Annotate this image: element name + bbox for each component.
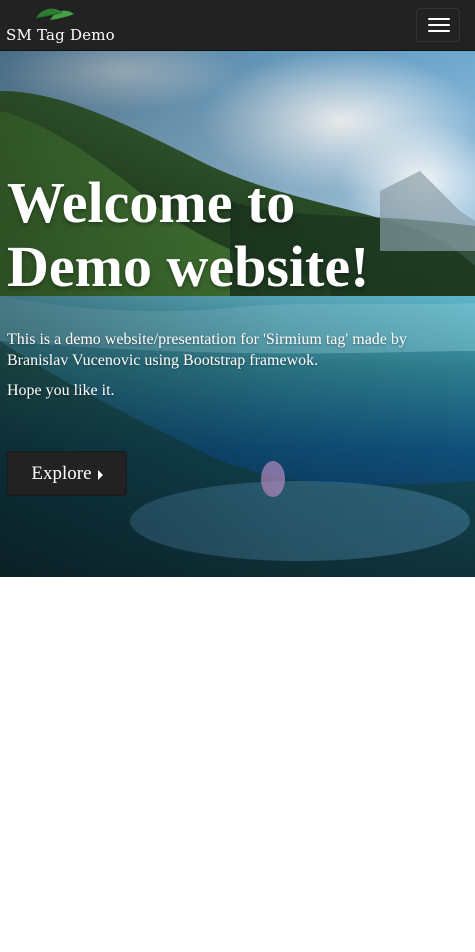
hamburger-menu-icon — [428, 18, 450, 20]
hero-content: Welcome to Demo website! This is a demo … — [7, 171, 447, 401]
navbar-toggle-button[interactable] — [416, 8, 460, 42]
hero-description: This is a demo website/presentation for … — [7, 331, 407, 369]
caret-right-icon — [97, 469, 103, 480]
hero-section: Welcome to Demo website! This is a demo … — [0, 51, 475, 577]
brand-link[interactable]: SM Tag Demo — [6, 0, 116, 50]
hero-subtext: Hope you like it. — [7, 382, 115, 399]
navbar: SM Tag Demo — [0, 0, 475, 51]
leaf-logo-icon — [35, 8, 74, 20]
explore-button-label: Explore — [31, 462, 92, 484]
hero-title: Welcome to Demo website! — [7, 170, 370, 299]
brand-text: SM Tag Demo — [6, 26, 115, 44]
explore-button[interactable]: Explore — [7, 451, 127, 496]
